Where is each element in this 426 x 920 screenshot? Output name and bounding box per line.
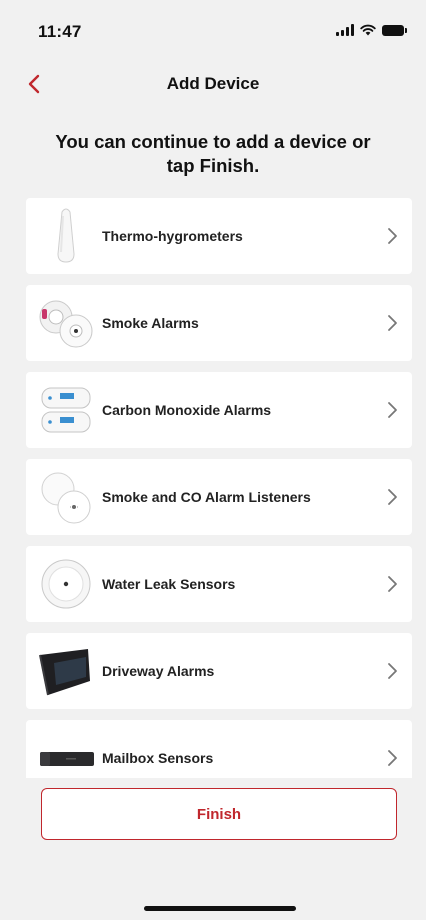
chevron-right-icon (388, 576, 397, 592)
status-bar: 11:47 (0, 0, 426, 56)
finish-button[interactable]: Finish (41, 788, 397, 840)
chevron-right-icon (388, 315, 397, 331)
battery-icon (382, 24, 407, 36)
device-list: Thermo-hygrometers Smoke Alarms Carbon M… (0, 190, 426, 778)
device-item-driveway-alarms[interactable]: Driveway Alarms (26, 633, 412, 709)
device-label: Water Leak Sensors (102, 576, 236, 592)
device-item-thermo-hygrometers[interactable]: Thermo-hygrometers (26, 198, 412, 274)
device-item-alarm-listeners[interactable]: Smoke and CO Alarm Listeners (26, 459, 412, 535)
device-label: Smoke and CO Alarm Listeners (102, 489, 311, 505)
chevron-right-icon (388, 402, 397, 418)
device-item-carbon-monoxide-alarms[interactable]: Carbon Monoxide Alarms (26, 372, 412, 448)
device-label: Carbon Monoxide Alarms (102, 402, 272, 418)
device-label: Mailbox Sensors (102, 750, 214, 766)
driveway-alarm-icon (39, 649, 90, 696)
device-item-mailbox-sensors[interactable]: Mailbox Sensors (26, 720, 412, 778)
device-item-water-leak-sensors[interactable]: Water Leak Sensors (26, 546, 412, 622)
device-label: Driveway Alarms (102, 663, 215, 679)
thermo-hygrometer-icon (57, 208, 75, 263)
nav-bar: Add Device (0, 64, 426, 104)
device-item-smoke-alarms[interactable]: Smoke Alarms (26, 285, 412, 361)
chevron-right-icon (388, 663, 397, 679)
wifi-icon (360, 24, 376, 36)
chevron-right-icon (388, 750, 397, 766)
co-alarm-icon (41, 387, 91, 433)
device-label: Thermo-hygrometers (102, 228, 243, 244)
device-label: Smoke Alarms (102, 315, 199, 331)
signal-icon (336, 24, 354, 36)
home-indicator (144, 906, 296, 911)
page-title: Add Device (166, 74, 260, 93)
chevron-right-icon (388, 489, 397, 505)
status-time: 11:47 (38, 22, 82, 41)
alarm-listener-icon (41, 472, 91, 524)
status-icons (336, 24, 407, 36)
chevron-right-icon (388, 228, 397, 244)
water-leak-sensor-icon (41, 559, 91, 609)
instruction-text: You can continue to add a device or tap … (55, 131, 371, 176)
smoke-alarm-icon (39, 300, 93, 348)
mailbox-sensor-icon (40, 752, 94, 766)
